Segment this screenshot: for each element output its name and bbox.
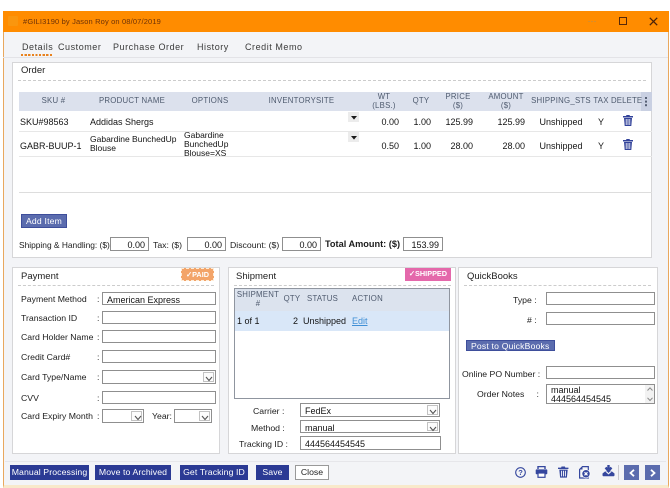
svg-text:?: ? <box>518 468 523 477</box>
